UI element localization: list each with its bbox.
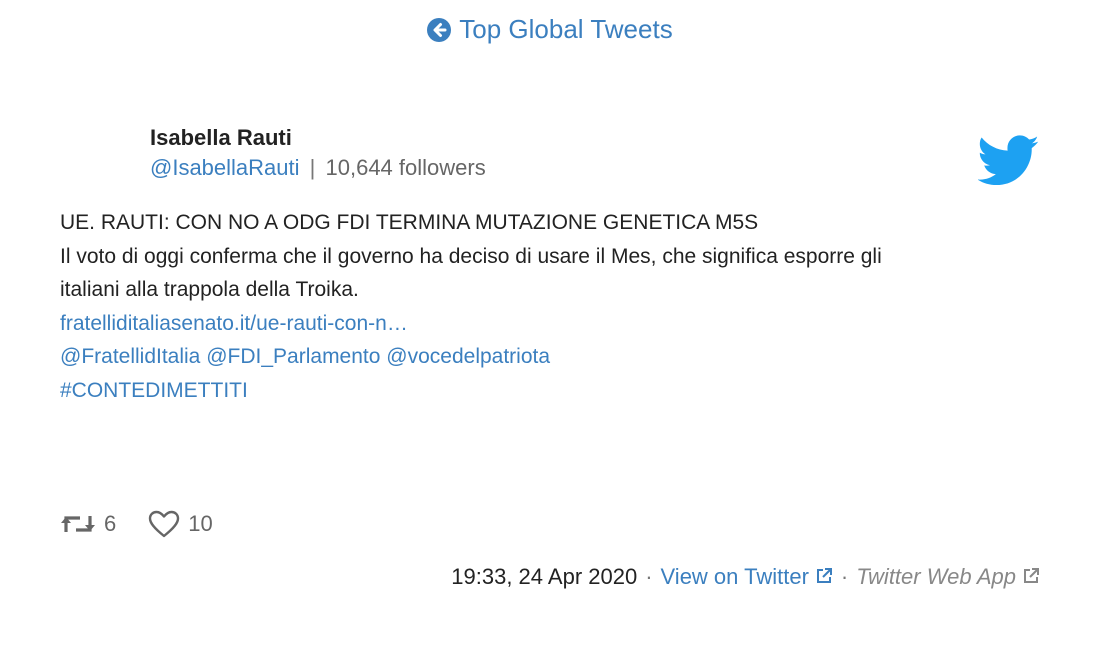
back-to-top-global-tweets-link[interactable]: Top Global Tweets xyxy=(427,14,673,45)
tweet-text: UE. RAUTI: CON NO A ODG FDI TERMINA MUTA… xyxy=(60,206,1040,407)
source-link[interactable]: Twitter Web App xyxy=(856,564,1040,589)
like-count: 10 xyxy=(188,511,213,536)
top-nav: Top Global Tweets xyxy=(0,14,1100,47)
hashtag-link[interactable]: #CONTEDIMETTITI xyxy=(60,379,248,402)
back-link-label: Top Global Tweets xyxy=(459,14,673,44)
tweet-timestamp: 19:33, 24 Apr 2020 xyxy=(451,564,638,589)
tweet-headline: UE. RAUTI: CON NO A ODG FDI TERMINA MUTA… xyxy=(60,211,759,234)
external-link-icon xyxy=(1024,568,1039,583)
circle-arrow-left-icon xyxy=(427,17,452,42)
view-on-twitter-label: View on Twitter xyxy=(660,564,809,589)
author-name: Isabella Rauti xyxy=(150,125,292,150)
author-handle-link[interactable]: @IsabellaRauti xyxy=(150,155,300,180)
mention-fdi-parlamento[interactable]: @FDI_Parlamento xyxy=(206,345,380,368)
follower-count: 10,644 followers xyxy=(325,155,486,180)
retweet-count: 6 xyxy=(104,511,117,536)
mention-fratellid-italia[interactable]: @FratellidItalia xyxy=(60,345,200,368)
tweet-text-line: italiani alla trappola della Troika. xyxy=(60,278,359,301)
footer-dot: · xyxy=(840,564,849,589)
author-meta: @IsabellaRauti | 10,644 followers xyxy=(150,152,486,184)
tweet-author: Isabella Rauti @IsabellaRauti | 10,644 f… xyxy=(150,124,486,184)
retweet-icon xyxy=(61,516,95,532)
like-button[interactable]: 10 xyxy=(148,510,213,538)
tweet-url-link[interactable]: fratelliditaliasenato.it/ue-rauti-con-n… xyxy=(60,312,408,335)
source-label: Twitter Web App xyxy=(856,564,1016,589)
external-link-icon xyxy=(816,568,832,583)
footer-dot: · xyxy=(645,564,653,589)
retweet-button[interactable]: 6 xyxy=(60,511,116,537)
meta-separator: | xyxy=(309,155,316,180)
mention-vocedelpatriota[interactable]: @vocedelpatriota xyxy=(386,345,550,368)
view-on-twitter-link[interactable]: View on Twitter xyxy=(661,564,833,589)
twitter-bird-icon xyxy=(978,135,1039,186)
tweet-text-line: Il voto di oggi conferma che il governo … xyxy=(60,244,882,268)
heart-icon xyxy=(149,510,180,538)
tweet-footer: 19:33, 24 Apr 2020 · View on Twitter · Twitt… xyxy=(451,564,1040,590)
tweet-actions: 6 10 xyxy=(60,510,245,538)
